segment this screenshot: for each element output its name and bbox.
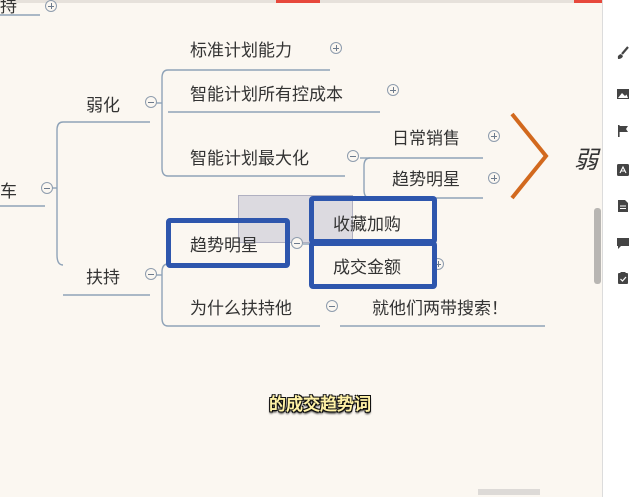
collapse-toggle-weaken[interactable] xyxy=(145,96,157,108)
comment-icon[interactable] xyxy=(616,236,630,250)
expand-toggle-trend-star-weaken[interactable] xyxy=(488,172,500,184)
connector-lines xyxy=(0,14,545,327)
node-why-answer[interactable]: 就他们两带搜索！ xyxy=(372,298,508,320)
node-weaken[interactable]: 弱化 xyxy=(86,95,120,117)
node-top-cut[interactable]: 持 xyxy=(0,0,17,18)
flag-icon[interactable] xyxy=(616,124,630,138)
right-toolbar xyxy=(602,0,640,497)
video-subtitle: 的成交趋势词 xyxy=(269,395,371,415)
collapse-toggle-why-support[interactable] xyxy=(326,300,338,312)
highlight-box-favorite-addcart xyxy=(309,196,437,244)
highlight-box-transaction-amount xyxy=(309,241,437,289)
expand-toggle-daily-sales[interactable] xyxy=(488,130,500,142)
clipboard-icon[interactable] xyxy=(616,271,630,285)
chevron-right-icon xyxy=(510,112,549,200)
expand-toggle-top[interactable] xyxy=(45,0,57,12)
image-icon[interactable] xyxy=(616,87,630,101)
collapse-toggle-trend-star-support[interactable] xyxy=(291,237,303,249)
collapse-toggle-support[interactable] xyxy=(145,268,157,280)
brush-icon[interactable] xyxy=(616,46,630,60)
node-smart-plan-max[interactable]: 智能计划最大化 xyxy=(190,148,309,170)
highlight-box-trend-star xyxy=(166,218,290,268)
text-icon[interactable] xyxy=(616,163,630,177)
expand-toggle-standard-plan[interactable] xyxy=(330,42,342,54)
collapse-toggle-root[interactable] xyxy=(41,182,53,194)
collapse-toggle-smart-plan-max[interactable] xyxy=(347,150,359,162)
node-daily-sales[interactable]: 日常销售 xyxy=(392,128,460,150)
expand-toggle-smart-plan-cost[interactable] xyxy=(387,84,399,96)
node-right-cut[interactable]: 弱 xyxy=(574,140,598,175)
mindmap-canvas[interactable]: 持 车 弱化 标准计划能力 智能计划所有控成本 智能计划最大化 日常销售 趋势明… xyxy=(0,0,602,497)
node-smart-plan-cost[interactable]: 智能计划所有控成本 xyxy=(190,84,343,106)
watermark-faint xyxy=(478,489,540,495)
document-icon[interactable] xyxy=(616,199,630,213)
node-root-cut[interactable]: 车 xyxy=(0,181,17,203)
vertical-scrollbar[interactable] xyxy=(594,208,601,284)
node-trend-star-weaken[interactable]: 趋势明星 xyxy=(392,169,460,191)
node-why-support[interactable]: 为什么扶持他 xyxy=(190,298,292,320)
node-support[interactable]: 扶持 xyxy=(86,267,120,289)
node-standard-plan[interactable]: 标准计划能力 xyxy=(190,40,292,62)
